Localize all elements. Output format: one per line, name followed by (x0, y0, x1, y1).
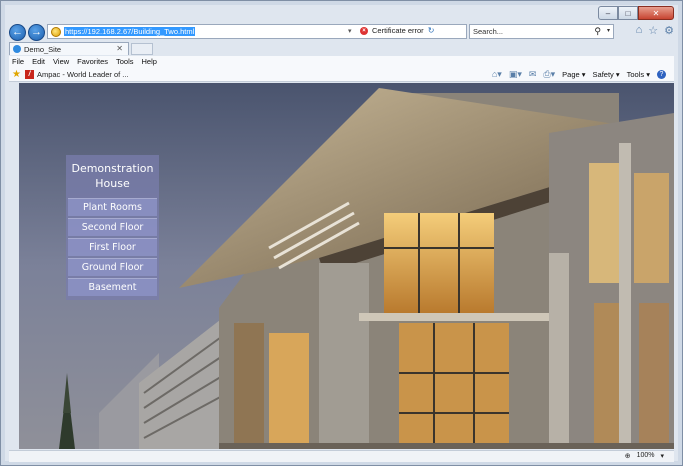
page-menu[interactable]: Page ▾ (562, 70, 585, 79)
menu-help[interactable]: Help (142, 57, 157, 66)
search-placeholder: Search... (473, 27, 504, 36)
menu-favorites[interactable]: Favorites (77, 57, 108, 66)
status-bar: ⊕ 100% ▾ (9, 450, 674, 462)
menu-bar: File Edit View Favorites Tools Help (9, 56, 674, 67)
tools-menu[interactable]: Tools ▾ (627, 70, 650, 79)
menu-edit[interactable]: Edit (32, 57, 45, 66)
ampac-logo-icon: / (24, 69, 34, 79)
favorite-link-ampac[interactable]: Ampac - World Leader of ... (37, 70, 129, 79)
site-navigation-panel: Demonstration House Plant Rooms Second F… (66, 155, 159, 300)
tab-title: Demo_Site (24, 44, 62, 54)
menu-file[interactable]: File (12, 57, 24, 66)
favorites-bar: ★ / Ampac - World Leader of ... ⌂▾ ▣▾ ✉ … (9, 67, 674, 82)
nav-item-basement[interactable]: Basement (68, 278, 157, 296)
address-url[interactable]: https://192.168.2.67/Building_Two.html (64, 27, 196, 36)
navigation-bar: ← → https://192.168.2.67/Building_Two.ht… (9, 23, 674, 41)
toolbar-right-icons: ⌂ ☆ ⚙ (636, 24, 674, 37)
favorites-star-icon[interactable]: ☆ (648, 24, 658, 37)
address-dropdown-icon[interactable]: ▾ (348, 27, 352, 35)
close-window-button[interactable]: ✕ (638, 6, 674, 20)
nav-item-first-floor[interactable]: First Floor (68, 238, 157, 256)
tab-page-icon (13, 45, 21, 53)
tab-demo-site[interactable]: Demo_Site ✕ (9, 42, 129, 55)
refresh-icon[interactable]: ↻ (428, 26, 435, 35)
tab-row: Demo_Site ✕ (9, 42, 674, 55)
help-icon[interactable]: ? (657, 70, 666, 79)
safety-menu[interactable]: Safety ▾ (593, 70, 620, 79)
address-bar[interactable]: https://192.168.2.67/Building_Two.html ▾… (47, 24, 467, 39)
print-icon[interactable]: ⎙▾ (543, 69, 555, 80)
site-icon (51, 26, 61, 37)
zoom-level: 100% (636, 452, 655, 459)
new-tab-button[interactable] (131, 43, 153, 55)
search-icon[interactable]: ⚲ (594, 26, 601, 37)
settings-gear-icon[interactable]: ⚙ (664, 24, 674, 37)
mail-icon[interactable]: ✉ (529, 69, 537, 80)
command-bar: ⌂▾ ▣▾ ✉ ⎙▾ Page ▾ Safety ▾ Tools ▾ ? (492, 69, 666, 80)
nav-item-ground-floor[interactable]: Ground Floor (68, 258, 157, 276)
zoom-icon: ⊕ (624, 453, 631, 460)
back-button[interactable]: ← (9, 23, 26, 41)
menu-tools[interactable]: Tools (116, 57, 134, 66)
certificate-error-icon: × (360, 26, 368, 35)
page-viewport: Demonstration House Plant Rooms Second F… (19, 83, 674, 449)
window-caption-buttons: – □ ✕ (598, 6, 674, 20)
favorites-add-icon[interactable]: ★ (12, 69, 21, 80)
menu-view[interactable]: View (53, 57, 69, 66)
zoom-dropdown-icon[interactable]: ▾ (660, 452, 664, 460)
minimize-button[interactable]: – (598, 6, 618, 20)
tab-close-icon[interactable]: ✕ (116, 44, 123, 53)
forward-button[interactable]: → (28, 23, 45, 41)
nav-item-plant-rooms[interactable]: Plant Rooms (68, 198, 157, 216)
feeds-icon[interactable]: ▣▾ (509, 69, 522, 80)
nav-item-second-floor[interactable]: Second Floor (68, 218, 157, 236)
browser-window: – □ ✕ ← → https://192.168.2.67/Building_… (0, 0, 683, 466)
certificate-error-label: Certificate error (372, 26, 424, 35)
maximize-button[interactable]: □ (618, 6, 638, 20)
zoom-control[interactable]: ⊕ 100% ▾ (625, 452, 664, 460)
home-menu-icon[interactable]: ⌂▾ (492, 69, 502, 80)
search-box[interactable]: Search... ⚲ ▾ (469, 24, 614, 39)
search-dropdown-icon[interactable]: ▾ (607, 27, 610, 34)
home-icon[interactable]: ⌂ (636, 24, 643, 37)
certificate-error[interactable]: × Certificate error ↻ (360, 26, 434, 35)
panel-title: Demonstration House (71, 162, 154, 190)
